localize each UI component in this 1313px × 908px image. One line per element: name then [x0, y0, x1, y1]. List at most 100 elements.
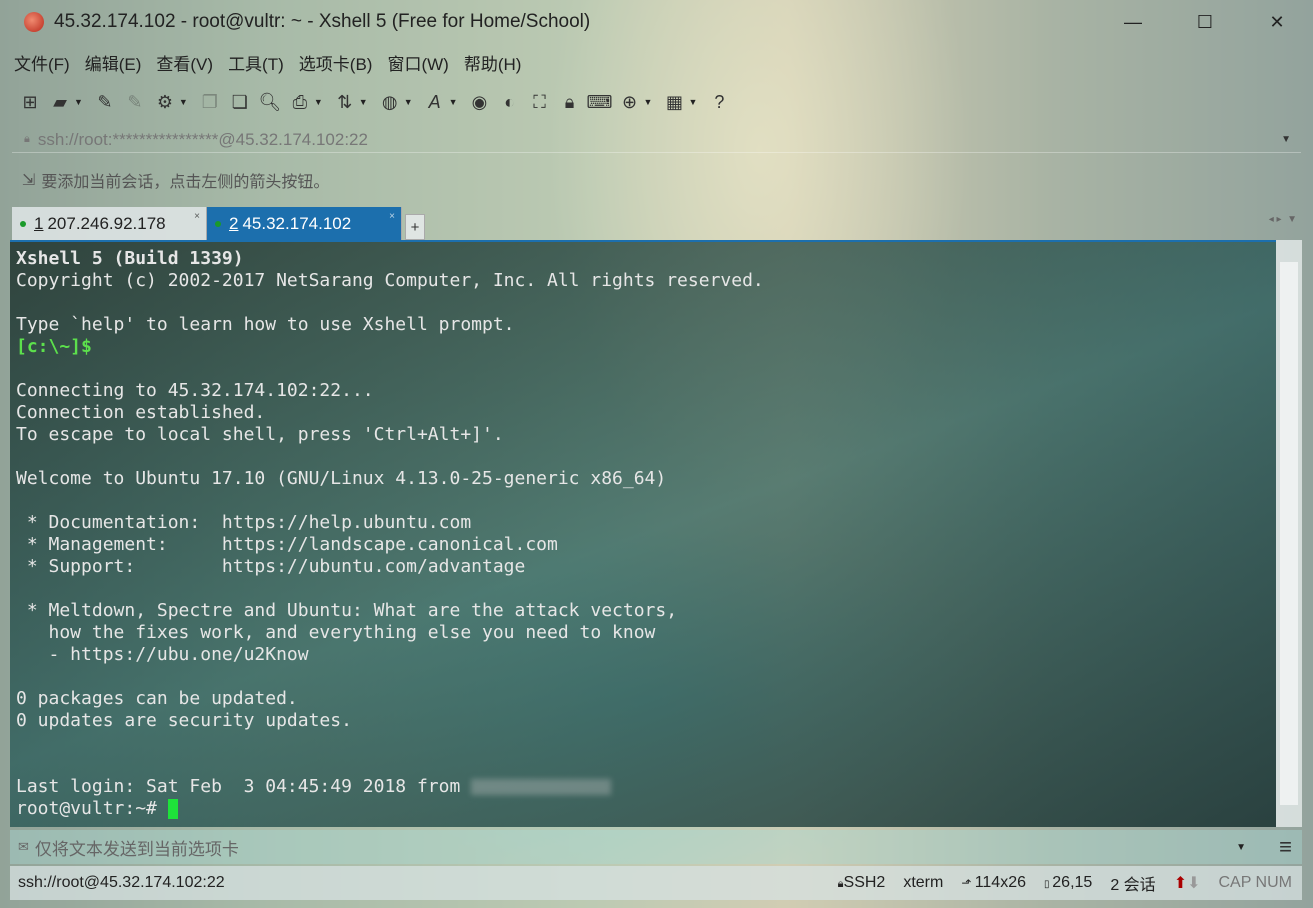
- layout-icon[interactable]: ▦: [662, 90, 686, 114]
- tab-close-button[interactable]: ×: [389, 211, 395, 222]
- compose-bar[interactable]: ✉ 仅将文本发送到当前选项卡 ▼ ≡: [10, 830, 1302, 864]
- status-size: 114x26: [974, 874, 1026, 891]
- terminal-line: Xshell 5 (Build 1339): [16, 248, 244, 269]
- resize-icon: ⬏: [961, 876, 975, 890]
- tab-label: 207.246.92.178: [47, 213, 166, 233]
- compose-input[interactable]: 仅将文本发送到当前选项卡: [35, 835, 239, 860]
- terminal-line: * Documentation: https://help.ubuntu.com: [16, 512, 472, 533]
- properties-icon[interactable]: ⚙: [153, 90, 177, 114]
- hamburger-menu-icon[interactable]: ≡: [1279, 834, 1292, 860]
- terminal-cursor: [167, 799, 178, 819]
- print-icon[interactable]: ⎙: [288, 90, 312, 114]
- upload-arrow-icon: ⬆: [1173, 875, 1188, 892]
- lock-icon: 🔒︎: [24, 133, 30, 145]
- terminal-line: [c:\~]$: [16, 336, 92, 357]
- status-sessions: 2 会话: [1110, 877, 1156, 894]
- menu-view[interactable]: 查看(V): [156, 50, 213, 75]
- paste-icon[interactable]: ❏: [228, 90, 252, 114]
- terminal-line: Welcome to Ubuntu 17.10 (GNU/Linux 4.13.…: [16, 468, 667, 489]
- terminal-output[interactable]: Xshell 5 (Build 1339) Copyright (c) 2002-…: [10, 240, 1276, 827]
- terminal-scrollbar[interactable]: [1276, 240, 1302, 827]
- chevron-down-icon[interactable]: ▼: [1236, 842, 1246, 853]
- terminal-line: how the fixes work, and everything else …: [16, 622, 656, 643]
- status-dot-icon: [20, 220, 26, 227]
- download-arrow-icon: ⬇: [1187, 875, 1201, 892]
- maximize-button[interactable]: ☐: [1169, 0, 1241, 44]
- status-dot-icon: [215, 220, 221, 227]
- session-hint-bar: ⇲ 要添加当前会话，点击左侧的箭头按钮。: [22, 168, 329, 192]
- terminal-line: - https://ubu.one/u2Know: [16, 644, 309, 665]
- terminal-line: To escape to local shell, press 'Ctrl+Al…: [16, 424, 504, 445]
- disconnect-icon[interactable]: ✎: [123, 90, 147, 114]
- keyboard-icon[interactable]: ⌨: [587, 90, 613, 114]
- address-bar[interactable]: 🔒︎ ssh://root:****************@45.32.174…: [12, 127, 1301, 153]
- menu-tabs[interactable]: 选项卡(B): [299, 50, 373, 75]
- connect-icon[interactable]: ✎: [93, 90, 117, 114]
- redacted-ip: [471, 779, 612, 795]
- tab-session-2[interactable]: 2 45.32.174.102 ×: [207, 207, 402, 240]
- fullscreen-icon[interactable]: ⛶: [528, 90, 552, 114]
- session-tabs: 1 207.246.92.178 × 2 45.32.174.102 × +: [12, 206, 425, 240]
- new-session-icon[interactable]: ⊞: [18, 90, 42, 114]
- terminal-line: * Support: https://ubuntu.com/advantage: [16, 556, 526, 577]
- compose-icon: ✉: [18, 839, 29, 854]
- close-button[interactable]: ✕: [1241, 0, 1313, 44]
- minimize-button[interactable]: —: [1097, 0, 1169, 44]
- menu-file[interactable]: 文件(F): [14, 50, 70, 75]
- title-bar: 45.32.174.102 - root@vultr: ~ - Xshell 5…: [0, 0, 1313, 44]
- xshell-logo-icon: [24, 12, 44, 32]
- tab-number: 2: [229, 213, 239, 233]
- shell-prompt: root@vultr:~#: [16, 798, 168, 819]
- tab-session-1[interactable]: 1 207.246.92.178 ×: [12, 207, 207, 240]
- transfer-icon[interactable]: ⇅: [333, 90, 357, 114]
- add-session-arrow-icon[interactable]: ⇲: [22, 170, 35, 190]
- menu-tools[interactable]: 工具(T): [228, 50, 284, 75]
- status-terminal-type: xterm: [903, 874, 944, 891]
- globe-icon[interactable]: ◍: [378, 90, 402, 114]
- terminal-line: * Management: https://landscape.canonica…: [16, 534, 558, 555]
- tab-number: 1: [34, 213, 44, 233]
- tab-close-button[interactable]: ×: [194, 211, 200, 222]
- terminal-line: * Meltdown, Spectre and Ubuntu: What are…: [16, 600, 678, 621]
- open-folder-icon[interactable]: ▰: [48, 90, 72, 114]
- menu-window[interactable]: 窗口(W): [387, 50, 448, 75]
- terminal-line: Copyright (c) 2002-2017 NetSarang Comput…: [16, 270, 764, 291]
- status-cursor: 26,15: [1052, 874, 1093, 891]
- menu-help[interactable]: 帮助(H): [464, 50, 522, 75]
- tunnel-icon[interactable]: ◐: [498, 90, 522, 114]
- tab-label: 45.32.174.102: [242, 213, 352, 233]
- tab-scroll-arrows-icon[interactable]: ◂ ▸ ▼: [1269, 214, 1297, 225]
- menu-bar: 文件(F) 编辑(E) 查看(V) 工具(T) 选项卡(B) 窗口(W) 帮助(…: [14, 50, 521, 75]
- font-icon[interactable]: A: [423, 90, 447, 114]
- find-icon[interactable]: 🔍︎: [258, 90, 282, 114]
- scrollbar-thumb[interactable]: [1280, 262, 1298, 805]
- toolbar: ⊞ ▰ ▼ ✎ ✎ ⚙ ▼ ❐ ❏ 🔍︎ ⎙ ▼ ⇅ ▼ ◍ ▼ A ▼ ◉ ◐ ⛶ 🔒︎ …: [18, 86, 731, 118]
- status-connection: ssh://root@45.32.174.102:22: [18, 874, 225, 891]
- help-icon[interactable]: ?: [707, 90, 731, 114]
- new-tab-icon[interactable]: ⊕: [618, 90, 642, 114]
- add-tab-button[interactable]: +: [405, 214, 425, 240]
- copy-icon[interactable]: ❐: [198, 90, 222, 114]
- lock-icon[interactable]: 🔒︎: [558, 90, 582, 114]
- terminal-line: Connection established.: [16, 402, 266, 423]
- last-login-line: Last login: Sat Feb 3 04:45:49 2018 from: [16, 776, 472, 797]
- chevron-down-icon[interactable]: ▼: [1281, 134, 1291, 145]
- status-caps: CAP NUM: [1218, 874, 1293, 891]
- status-bar: ssh://root@45.32.174.102:22 🔒︎SSH2 xterm…: [10, 866, 1302, 900]
- terminal-line: Type `help' to learn how to use Xshell p…: [16, 314, 515, 335]
- xftp-icon[interactable]: ◉: [468, 90, 492, 114]
- hint-text: 要添加当前会话，点击左侧的箭头按钮。: [41, 174, 330, 191]
- terminal-line: 0 updates are security updates.: [16, 710, 352, 731]
- menu-edit[interactable]: 编辑(E): [85, 50, 142, 75]
- terminal-line: 0 packages can be updated.: [16, 688, 298, 709]
- window-title: 45.32.174.102 - root@vultr: ~ - Xshell 5…: [54, 11, 591, 32]
- address-input[interactable]: ssh://root:****************@45.32.174.10…: [38, 130, 368, 150]
